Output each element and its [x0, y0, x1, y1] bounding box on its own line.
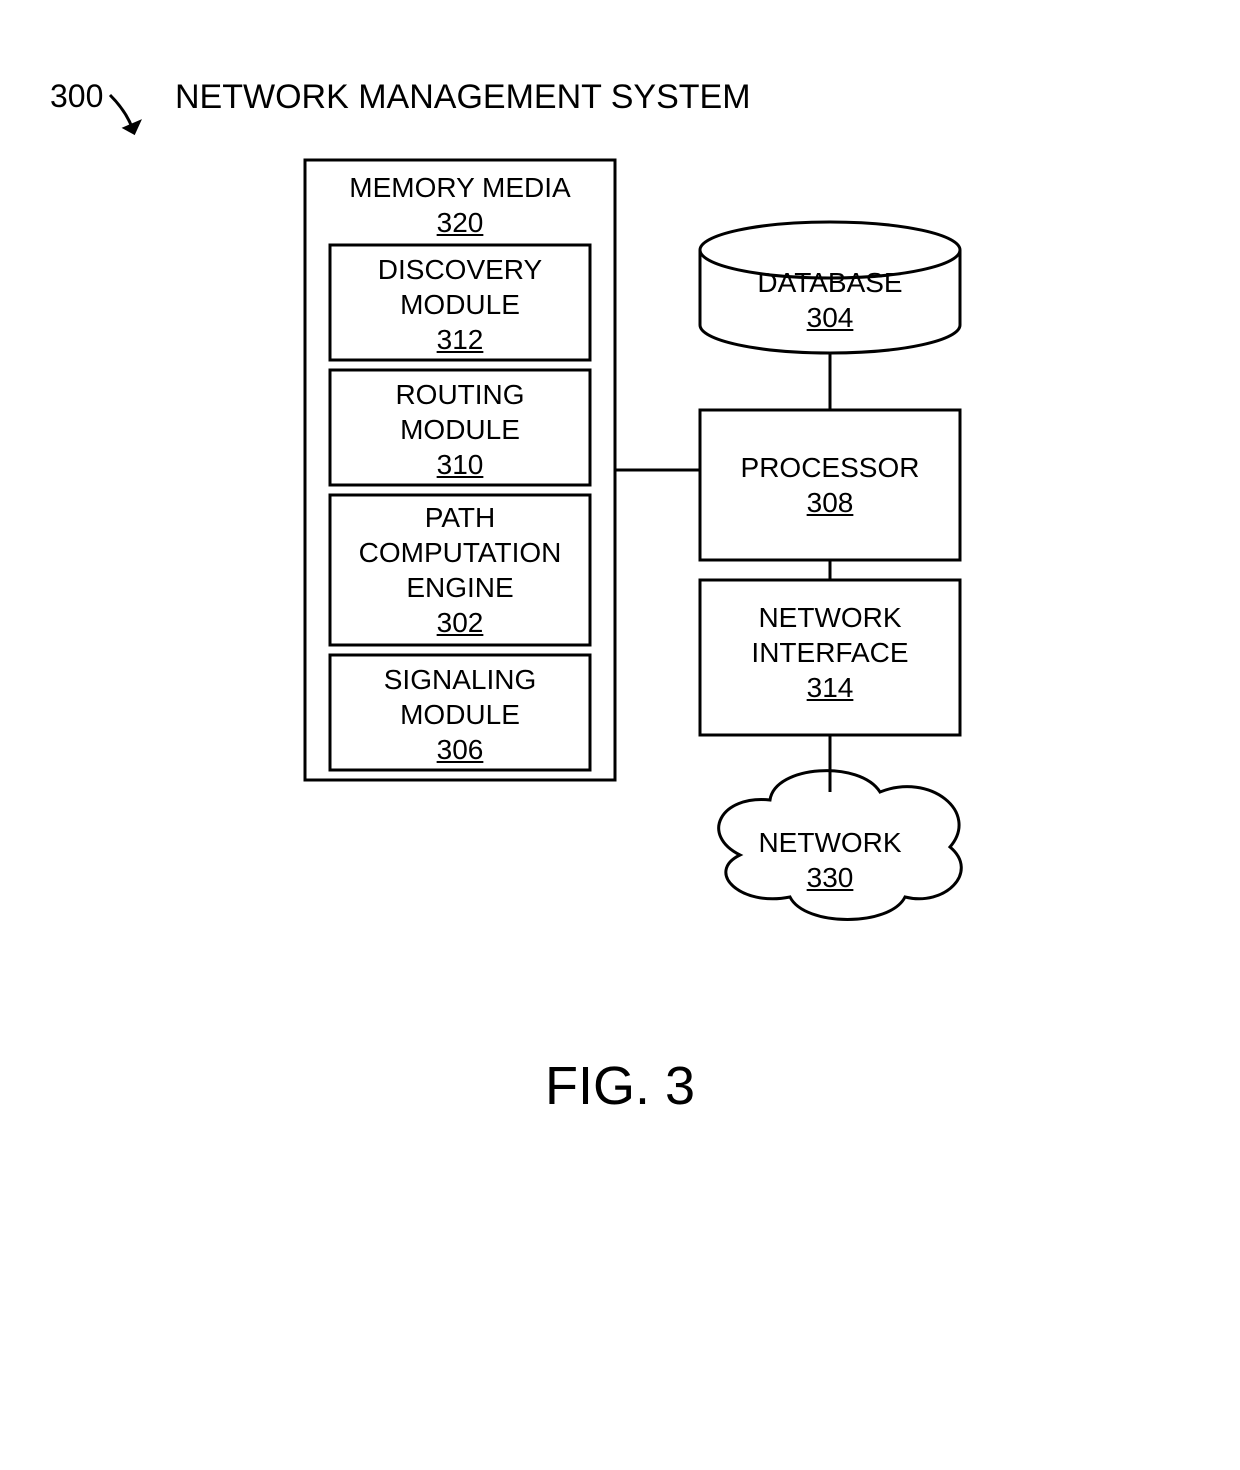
processor-title: PROCESSOR [741, 452, 920, 483]
figure-caption: FIG. 3 [0, 1055, 1240, 1117]
path-computation-engine: PATH COMPUTATION ENGINE 302 [330, 500, 590, 640]
discovery-module-num: 312 [437, 324, 484, 355]
figure-ref-number: 300 [50, 78, 103, 115]
routing-module-line1: ROUTING [395, 379, 524, 410]
processor-block: PROCESSOR 308 [700, 450, 960, 520]
network-cloud: NETWORK 330 [720, 825, 940, 895]
routing-module-num: 310 [437, 449, 484, 480]
pce-num: 302 [437, 607, 484, 638]
network-cloud-title: NETWORK [758, 827, 901, 858]
network-interface-line2: INTERFACE [751, 637, 908, 668]
signaling-module-line2: MODULE [400, 699, 520, 730]
signaling-module: SIGNALING MODULE 306 [330, 662, 590, 767]
signaling-module-line1: SIGNALING [384, 664, 536, 695]
system-title: NETWORK MANAGEMENT SYSTEM [175, 78, 751, 117]
memory-media-title: MEMORY MEDIA [349, 172, 570, 203]
processor-num: 308 [807, 487, 854, 518]
discovery-module-line1: DISCOVERY [378, 254, 542, 285]
discovery-module: DISCOVERY MODULE 312 [330, 252, 590, 357]
database-block: DATABASE 304 [700, 265, 960, 335]
network-interface-block: NETWORK INTERFACE 314 [700, 600, 960, 705]
memory-media-block: MEMORY MEDIA 320 [305, 170, 615, 240]
discovery-module-line2: MODULE [400, 289, 520, 320]
routing-module: ROUTING MODULE 310 [330, 377, 590, 482]
network-interface-num: 314 [807, 672, 854, 703]
pce-line3: ENGINE [406, 572, 513, 603]
routing-module-line2: MODULE [400, 414, 520, 445]
signaling-module-num: 306 [437, 734, 484, 765]
database-num: 304 [807, 302, 854, 333]
network-cloud-num: 330 [807, 862, 854, 893]
memory-media-num: 320 [437, 207, 484, 238]
diagram-stage: 300 NETWORK MANAGEMENT SYSTEM MEMORY MED… [0, 0, 1240, 1470]
pce-line2: COMPUTATION [359, 537, 562, 568]
diagram-svg [0, 0, 1240, 1470]
network-interface-line1: NETWORK [758, 602, 901, 633]
database-title: DATABASE [757, 267, 902, 298]
pce-line1: PATH [425, 502, 496, 533]
